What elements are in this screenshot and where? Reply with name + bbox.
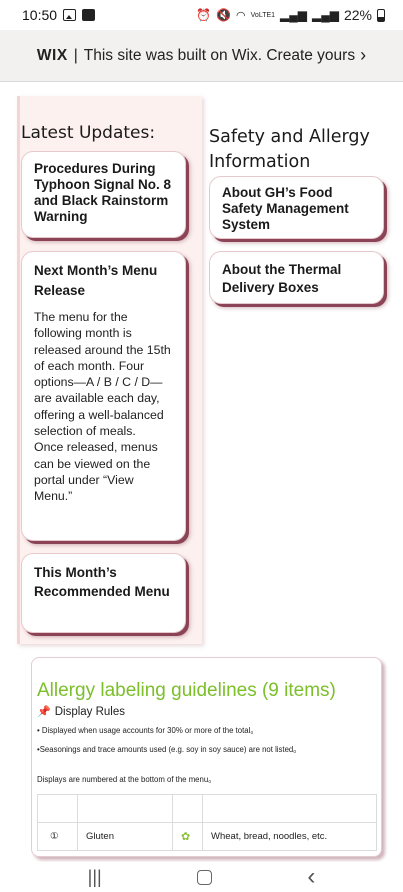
recommended-menu-card[interactable]: This Month’s Recommended Menu — [21, 553, 186, 633]
wifi-icon: ◠ — [236, 9, 246, 22]
status-bar-right: ⏰ 🔇 ◠ VoLTE1 ▂▄▆ ▂▄▆ 22% — [196, 7, 385, 23]
wix-banner-text: This site was built on Wix. Create yours — [83, 46, 356, 64]
table-row: ① Gluten ✿ Wheat, bread, noodles, etc. — [37, 822, 377, 851]
rule-line: • Displayed when usage accounts for 30% … — [37, 726, 259, 735]
safety-title-line2: Information — [209, 152, 311, 172]
rule-line: •Seasonings and trace amounts used (e.g.… — [37, 745, 302, 754]
status-bar-left: 10:50 — [22, 7, 96, 23]
next-month-menu-card[interactable]: Next Month’s Menu Release The menu for t… — [21, 251, 186, 541]
card-title: Next Month’s Menu Release — [34, 263, 158, 298]
wix-logo: WIX — [36, 46, 68, 64]
network-label: VoLTE1 — [250, 11, 276, 19]
safety-allergy-title: Safety and Allergy Information — [209, 125, 370, 175]
chevron-right-icon: › — [360, 45, 367, 65]
back-button[interactable]: ‹ — [307, 863, 315, 891]
display-rules-label: Display Rules — [54, 705, 126, 718]
check-notification-icon — [82, 9, 96, 21]
status-time: 10:50 — [22, 7, 58, 23]
latest-updates-title: Latest Updates: — [21, 123, 156, 143]
card-title: This Month’s Recommended Menu — [34, 565, 170, 599]
signal-icon: ▂▄▆ — [280, 8, 307, 22]
rule-line: Displays are numbered at the bottom of t… — [37, 775, 216, 784]
card-title: Procedures During Typhoon Signal No. 8 a… — [34, 161, 171, 224]
pushpin-icon: 📌 — [37, 706, 51, 718]
mute-icon: 🔇 — [216, 8, 232, 22]
card-title: About the Thermal Delivery Boxes — [222, 262, 342, 295]
recent-apps-button[interactable]: ||| — [88, 867, 102, 888]
card-body: The menu for the following month is rele… — [34, 310, 171, 504]
battery-percent: 22% — [343, 7, 372, 23]
battery-icon — [377, 8, 385, 22]
status-bar: 10:50 ⏰ 🔇 ◠ VoLTE1 ▂▄▆ ▂▄▆ 22% — [0, 0, 403, 30]
alarm-icon: ⏰ — [196, 8, 212, 22]
table-row — [37, 794, 377, 823]
image-notification-icon — [63, 9, 77, 21]
card-title: About GH’s Food Safety Management System — [222, 185, 349, 232]
allergen-number: ① — [37, 822, 78, 851]
food-safety-card[interactable]: About GH’s Food Safety Management System — [209, 176, 384, 239]
wix-banner[interactable]: WIX | This site was built on Wix. Create… — [0, 30, 403, 82]
allergy-table: ① Gluten ✿ Wheat, bread, noodles, etc. — [37, 794, 377, 851]
safety-title-line1: Safety and Allergy — [209, 127, 370, 147]
wix-separator: | — [73, 46, 78, 64]
typhoon-procedures-card[interactable]: Procedures During Typhoon Signal No. 8 a… — [21, 151, 186, 238]
allergy-title: Allergy labeling guidelines (9 items) — [37, 680, 336, 701]
allergen-foods: Wheat, bread, noodles, etc. — [202, 822, 377, 851]
signal-icon-2: ▂▄▆ — [312, 8, 339, 22]
wheat-icon: ✿ — [181, 831, 191, 843]
display-rules: 📌 Display Rules — [37, 705, 375, 719]
allergen-name: Gluten — [77, 822, 173, 851]
home-button[interactable] — [197, 869, 212, 885]
allergy-guidelines-box: Allergy labeling guidelines (9 items) 📌 … — [31, 657, 382, 857]
system-nav-bar: ||| ‹ — [0, 862, 403, 892]
thermal-boxes-card[interactable]: About the Thermal Delivery Boxes — [209, 251, 384, 304]
